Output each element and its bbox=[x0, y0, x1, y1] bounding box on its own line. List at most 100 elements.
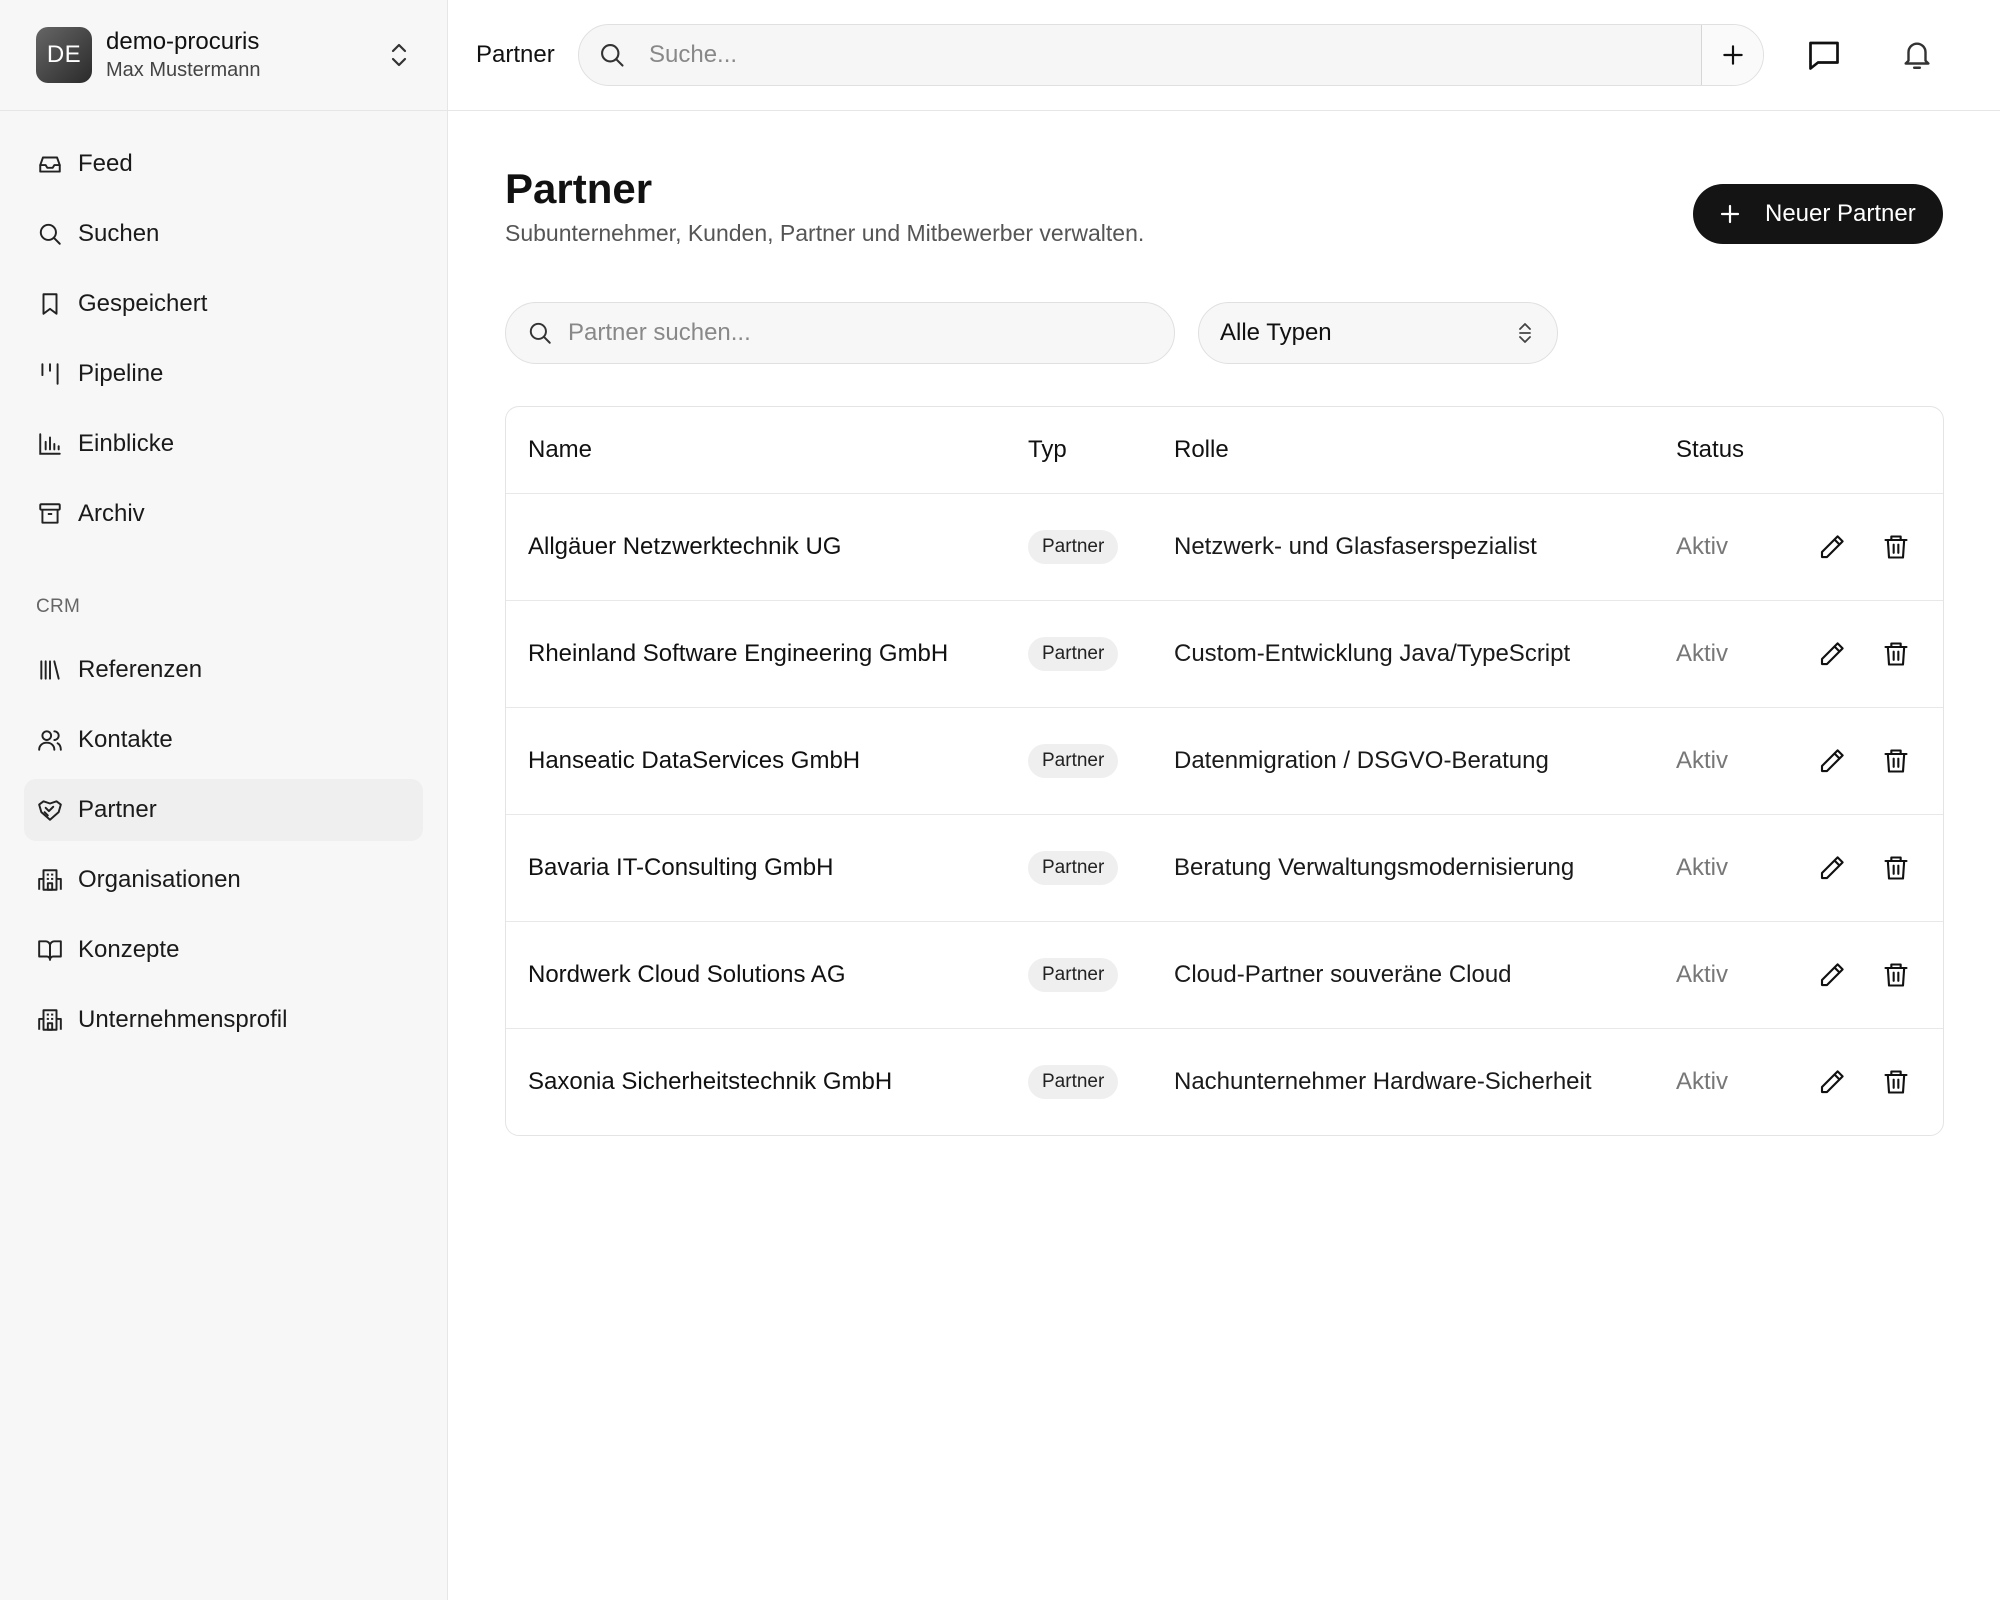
column-header-rolle[interactable]: Rolle bbox=[1174, 407, 1229, 493]
sidebar-item-partner[interactable]: Partner bbox=[24, 779, 423, 841]
sidebar-item-label: Feed bbox=[78, 150, 133, 177]
partner-role: Nachunternehmer Hardware-Sicherheit bbox=[1174, 1068, 1592, 1095]
delete-button[interactable] bbox=[1876, 601, 1916, 707]
pencil-icon bbox=[1817, 639, 1847, 669]
column-header-typ[interactable]: Typ bbox=[1028, 407, 1067, 493]
pencil-icon bbox=[1817, 532, 1847, 562]
workspace-info: demo-procuris Max Mustermann bbox=[106, 28, 379, 82]
sidebar-item-archiv[interactable]: Archiv bbox=[24, 483, 423, 545]
table-row[interactable]: Rheinland Software Engineering GmbH Part… bbox=[506, 600, 1943, 707]
partner-name: Nordwerk Cloud Solutions AG bbox=[528, 961, 846, 988]
sidebar-item-label: Suchen bbox=[78, 220, 160, 247]
global-search-input[interactable] bbox=[649, 41, 1701, 69]
partner-role: Netzwerk- und Glasfaserspezialist bbox=[1174, 533, 1537, 560]
edit-button[interactable] bbox=[1812, 1029, 1852, 1135]
sidebar-item-label: Referenzen bbox=[78, 656, 203, 683]
sidebar-item-unternehmensprofil[interactable]: Unternehmensprofil bbox=[24, 989, 423, 1051]
message-square-icon bbox=[1806, 37, 1842, 73]
status-text: Aktiv bbox=[1676, 1068, 1729, 1095]
workspace-switcher[interactable]: DE demo-procuris Max Mustermann bbox=[0, 0, 447, 111]
kanban-icon bbox=[36, 360, 64, 388]
page-header: Partner Subunternehmer, Kunden, Partner … bbox=[505, 164, 1144, 247]
table-row[interactable]: Bavaria IT-Consulting GmbH Partner Berat… bbox=[506, 814, 1943, 921]
table-row[interactable]: Allgäuer Netzwerktechnik UG Partner Netz… bbox=[506, 493, 1943, 600]
type-badge: Partner bbox=[1028, 1065, 1119, 1099]
messages-button[interactable] bbox=[1794, 25, 1854, 85]
sidebar-item-feed[interactable]: Feed bbox=[24, 133, 423, 195]
sidebar-item-konzepte[interactable]: Konzepte bbox=[24, 919, 423, 981]
delete-button[interactable] bbox=[1876, 1029, 1916, 1135]
type-badge: Partner bbox=[1028, 637, 1119, 671]
partner-name: Bavaria IT-Consulting GmbH bbox=[528, 854, 834, 881]
workspace-name: demo-procuris bbox=[106, 28, 260, 55]
sidebar-item-label: Unternehmensprofil bbox=[78, 1006, 288, 1033]
sidebar-item-kontakte[interactable]: Kontakte bbox=[24, 709, 423, 771]
archive-icon bbox=[36, 500, 64, 528]
partner-name: Hanseatic DataServices GmbH bbox=[528, 747, 861, 774]
new-partner-button[interactable]: Neuer Partner bbox=[1693, 184, 1943, 244]
sidebar-item-label: Organisationen bbox=[78, 866, 241, 893]
plus-icon bbox=[1720, 42, 1746, 68]
pencil-icon bbox=[1817, 1067, 1847, 1097]
partner-name: Rheinland Software Engineering GmbH bbox=[528, 640, 949, 667]
delete-button[interactable] bbox=[1876, 494, 1916, 600]
quick-add-button[interactable] bbox=[1701, 25, 1763, 85]
handshake-icon bbox=[36, 796, 64, 824]
sidebar-item-suchen[interactable]: Suchen bbox=[24, 203, 423, 265]
delete-button[interactable] bbox=[1876, 922, 1916, 1028]
table-row[interactable]: Nordwerk Cloud Solutions AG Partner Clou… bbox=[506, 921, 1943, 1028]
type-filter-select[interactable]: Alle Typen bbox=[1198, 302, 1558, 364]
partner-table: Name Typ Rolle Status Allgäuer Netzwerkt… bbox=[505, 406, 1944, 1136]
search-icon bbox=[526, 319, 554, 347]
edit-button[interactable] bbox=[1812, 815, 1852, 921]
status-text: Aktiv bbox=[1676, 854, 1729, 881]
table-row[interactable]: Saxonia Sicherheitstechnik GmbH Partner … bbox=[506, 1028, 1943, 1135]
status-text: Aktiv bbox=[1676, 533, 1729, 560]
library-icon bbox=[36, 656, 64, 684]
workspace-user: Max Mustermann bbox=[106, 59, 261, 81]
sidebar-item-label: Pipeline bbox=[78, 360, 164, 387]
pencil-icon bbox=[1817, 960, 1847, 990]
bookmark-icon bbox=[36, 290, 64, 318]
chevron-up-down-icon[interactable] bbox=[379, 35, 419, 75]
type-badge: Partner bbox=[1028, 530, 1119, 564]
page-subtitle: Subunternehmer, Kunden, Partner und Mitb… bbox=[505, 220, 1145, 246]
edit-button[interactable] bbox=[1812, 922, 1852, 1028]
sidebar-item-label: Gespeichert bbox=[78, 290, 208, 317]
trash-icon bbox=[1882, 853, 1910, 883]
delete-button[interactable] bbox=[1876, 708, 1916, 814]
sidebar-item-referenzen[interactable]: Referenzen bbox=[24, 639, 423, 701]
notifications-button[interactable] bbox=[1887, 25, 1947, 85]
bell-icon bbox=[1900, 38, 1934, 72]
edit-button[interactable] bbox=[1812, 708, 1852, 814]
column-header-status[interactable]: Status bbox=[1676, 407, 1744, 493]
sidebar-item-pipeline[interactable]: Pipeline bbox=[24, 343, 423, 405]
partner-role: Beratung Verwaltungsmodernisierung bbox=[1174, 854, 1575, 881]
sidebar-item-label: Archiv bbox=[78, 500, 145, 527]
partner-name: Allgäuer Netzwerktechnik UG bbox=[528, 533, 842, 560]
sidebar-item-einblicke[interactable]: Einblicke bbox=[24, 413, 423, 475]
type-cell: Partner bbox=[1028, 1029, 1119, 1135]
sidebar-section-crm: CRM bbox=[36, 596, 81, 617]
type-cell: Partner bbox=[1028, 815, 1119, 921]
partner-search-input[interactable] bbox=[568, 319, 1174, 347]
search-icon bbox=[597, 40, 627, 70]
type-cell: Partner bbox=[1028, 922, 1119, 1028]
pencil-icon bbox=[1817, 746, 1847, 776]
delete-button[interactable] bbox=[1876, 815, 1916, 921]
trash-icon bbox=[1882, 960, 1910, 990]
chevron-up-down-icon bbox=[1517, 321, 1533, 345]
sidebar-item-gespeichert[interactable]: Gespeichert bbox=[24, 273, 423, 335]
sidebar-item-organisationen[interactable]: Organisationen bbox=[24, 849, 423, 911]
partner-role: Datenmigration / DSGVO-Beratung bbox=[1174, 747, 1549, 774]
edit-button[interactable] bbox=[1812, 494, 1852, 600]
breadcrumb: Partner bbox=[476, 41, 555, 68]
column-header-name[interactable]: Name bbox=[528, 407, 592, 493]
edit-button[interactable] bbox=[1812, 601, 1852, 707]
partner-search bbox=[505, 302, 1175, 364]
table-row[interactable]: Hanseatic DataServices GmbH Partner Date… bbox=[506, 707, 1943, 814]
building-icon bbox=[36, 1006, 64, 1034]
book-open-icon bbox=[36, 936, 64, 964]
workspace-avatar: DE bbox=[36, 27, 92, 83]
pencil-icon bbox=[1817, 853, 1847, 883]
